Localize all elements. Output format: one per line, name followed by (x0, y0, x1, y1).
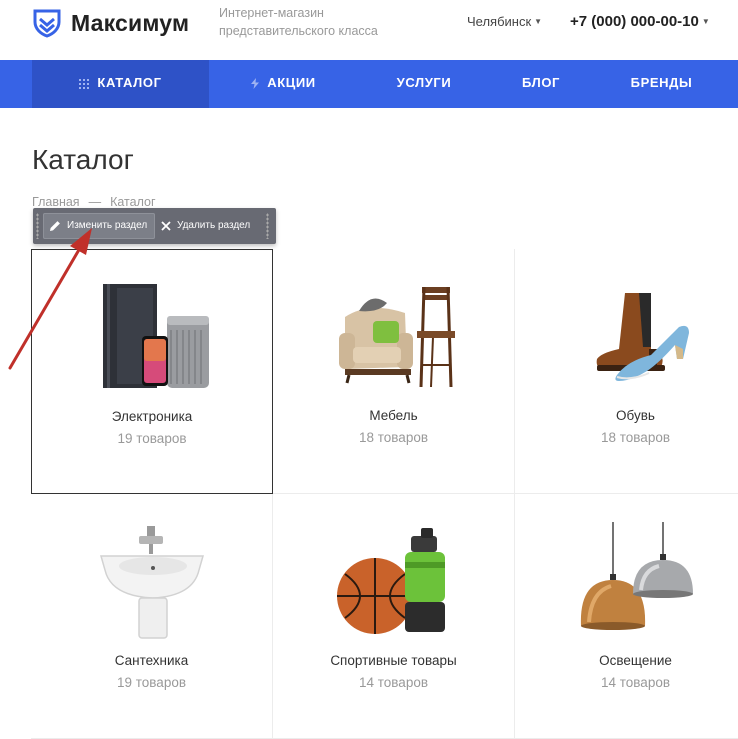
category-count: 18 товаров (358, 430, 429, 445)
nav-item-catalog[interactable]: КАТАЛОГ (32, 60, 209, 108)
main-nav: КАТАЛОГ АКЦИИ УСЛУГИ БЛОГ БРЕНДЫ (0, 60, 738, 108)
delete-section-button[interactable]: Удалить раздел (155, 213, 258, 239)
breadcrumb-separator: — (88, 195, 102, 209)
nav-label: УСЛУГИ (396, 75, 452, 90)
shoes-image (596, 293, 689, 381)
nav-label: БРЕНДЫ (630, 75, 693, 90)
nav-item-services[interactable]: УСЛУГИ (382, 60, 466, 108)
category-count: 14 товаров (600, 675, 671, 690)
lighting-image (580, 522, 693, 630)
breadcrumb: Главная — Каталог (32, 195, 156, 209)
admin-section-toolbar: Изменить раздел Удалить раздел (33, 208, 276, 244)
category-card-shoes[interactable]: Обувь 18 товаров (515, 249, 738, 494)
logo[interactable]: Максимум (32, 8, 189, 38)
category-count: 19 товаров (117, 431, 187, 446)
phone-number: +7 (000) 000-00-10 (570, 13, 699, 30)
category-name: Спортивные товары (330, 653, 457, 668)
page-title: Каталог (32, 144, 134, 175)
close-icon (161, 221, 171, 231)
edit-section-button[interactable]: Изменить раздел (43, 213, 156, 239)
chevron-down-icon: ▼ (534, 17, 543, 26)
nav-item-promotions[interactable]: АКЦИИ (236, 60, 331, 108)
catalog-grid: Электроника 19 товаров Мебель 18 товаров (31, 249, 738, 739)
category-name: Электроника (111, 409, 193, 424)
drag-handle-icon[interactable] (36, 213, 39, 239)
breadcrumb-current: Каталог (110, 195, 156, 209)
tagline: Интернет-магазин представительского клас… (219, 6, 378, 38)
drag-handle-icon[interactable] (266, 213, 269, 239)
category-card-plumbing[interactable]: Сантехника 19 товаров (31, 494, 273, 739)
furniture-image (338, 286, 455, 388)
delete-section-label: Удалить раздел (177, 220, 251, 231)
electronics-image (103, 284, 209, 388)
logo-text: Максимум (71, 9, 190, 36)
category-count: 19 товаров (116, 675, 187, 690)
nav-item-brands[interactable]: БРЕНДЫ (614, 60, 709, 108)
site-header: Максимум Интернет-магазин представительс… (0, 0, 738, 60)
category-count: 14 товаров (358, 675, 429, 690)
category-name: Мебель (369, 408, 418, 423)
pencil-icon (50, 221, 60, 231)
category-card-electronics[interactable]: Электроника 19 товаров (31, 249, 273, 494)
category-name: Сантехника (114, 653, 189, 668)
grid-icon (79, 78, 90, 89)
city-label: Челябинск (467, 14, 532, 29)
nav-label: КАТАЛОГ (97, 75, 162, 90)
category-card-sports[interactable]: Спортивные товары 14 товаров (273, 494, 515, 739)
breadcrumb-home[interactable]: Главная (32, 195, 80, 209)
nav-label: БЛОГ (521, 75, 561, 90)
category-count: 18 товаров (600, 430, 671, 445)
phone-dropdown[interactable]: +7 (000) 000-00-10 ▼ (570, 13, 710, 30)
chevron-down-icon: ▼ (701, 17, 710, 26)
category-card-lighting[interactable]: Освещение 14 товаров (515, 494, 738, 739)
city-selector[interactable]: Челябинск ▼ (467, 14, 542, 29)
shield-logo-icon (33, 9, 61, 38)
nav-item-blog[interactable]: БЛОГ (508, 60, 574, 108)
nav-label: АКЦИИ (267, 75, 316, 90)
category-name: Освещение (599, 653, 672, 668)
category-card-furniture[interactable]: Мебель 18 товаров (273, 249, 515, 494)
sports-image (336, 528, 445, 634)
edit-section-label: Изменить раздел (67, 220, 148, 231)
lightning-icon (251, 78, 260, 90)
plumbing-image (99, 526, 204, 639)
category-name: Обувь (616, 408, 655, 423)
